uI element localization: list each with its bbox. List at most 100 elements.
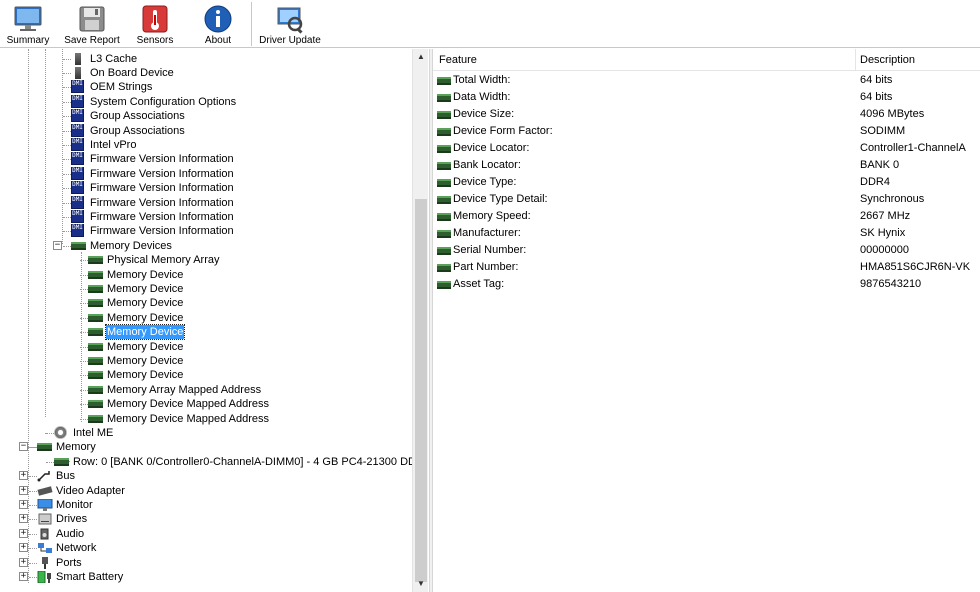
collapse-toggle[interactable]: − — [19, 442, 28, 451]
tree-item[interactable]: Memory Device — [0, 311, 412, 325]
expand-toggle[interactable]: + — [19, 529, 28, 538]
dmi-icon: DMI — [71, 210, 84, 223]
tree-item[interactable]: DMI Firmware Version Information — [0, 167, 412, 181]
tree-connector-line — [80, 361, 88, 362]
expand-toggle[interactable]: + — [19, 558, 28, 567]
scroll-up-arrow[interactable]: ▲ — [413, 49, 429, 65]
column-divider[interactable] — [855, 49, 856, 71]
expand-toggle[interactable]: + — [19, 543, 28, 552]
tree-item[interactable]: + Drives — [0, 512, 412, 526]
description-value: HMA851S6CJR6N-VK — [860, 261, 971, 273]
tree-item[interactable]: Memory Device — [0, 340, 412, 354]
detail-row[interactable]: Device Form Factor: SODIMM — [433, 123, 980, 140]
tree-item[interactable]: DMI OEM Strings — [0, 80, 412, 94]
tree-item[interactable]: DMI Firmware Version Information — [0, 210, 412, 224]
tree-item[interactable]: + Network — [0, 541, 412, 555]
tree-item[interactable]: Memory Device — [0, 296, 412, 310]
memory-module-icon — [71, 242, 86, 250]
detail-row[interactable]: Bank Locator: BANK 0 — [433, 157, 980, 174]
tree-item-label: Memory Array Mapped Address — [107, 384, 262, 396]
collapse-toggle[interactable]: − — [53, 241, 62, 250]
driver-update-button[interactable]: Driver Update — [258, 0, 322, 48]
detail-row[interactable]: Data Width: 64 bits — [433, 89, 980, 106]
expand-toggle[interactable]: + — [19, 572, 28, 581]
tree-item-label: OEM Strings — [90, 81, 153, 93]
tree-item[interactable]: − Memory Devices — [0, 239, 412, 253]
tree-item[interactable]: L3 Cache — [0, 52, 412, 66]
tree-item[interactable]: Memory Device — [0, 268, 412, 282]
scroll-thumb[interactable] — [415, 199, 427, 582]
expand-toggle[interactable]: + — [19, 500, 28, 509]
memory-module-icon — [88, 271, 103, 279]
tree-item[interactable]: Memory Device Mapped Address — [0, 397, 412, 411]
tree-item[interactable]: Memory Device — [0, 368, 412, 382]
tree-item[interactable]: DMI System Configuration Options — [0, 95, 412, 109]
summary-button[interactable]: Summary — [4, 0, 52, 48]
tree-connector-line — [29, 563, 37, 564]
scroll-down-arrow[interactable]: ▼ — [413, 576, 429, 592]
tree-item[interactable]: Memory Device — [0, 282, 412, 296]
detail-row[interactable]: Device Size: 4096 MBytes — [433, 106, 980, 123]
feature-label: Memory Speed: — [453, 210, 531, 222]
tree-item[interactable]: + Monitor — [0, 498, 412, 512]
tree-item[interactable]: + Ports — [0, 556, 412, 570]
tree-item[interactable]: DMI Firmware Version Information — [0, 181, 412, 195]
detail-row[interactable]: Device Locator: Controller1-ChannelA — [433, 140, 980, 157]
about-button[interactable]: About — [194, 0, 242, 48]
expand-toggle[interactable]: + — [19, 486, 28, 495]
tree-item[interactable]: DMI Firmware Version Information — [0, 152, 412, 166]
tree-connector-line — [63, 116, 71, 117]
tree-item[interactable]: Memory Device Mapped Address — [0, 412, 412, 426]
description-column-header[interactable]: Description — [860, 54, 915, 66]
detail-row[interactable]: Serial Number: 00000000 — [433, 242, 980, 259]
expand-toggle[interactable]: + — [19, 514, 28, 523]
detail-row[interactable]: Manufacturer: SK Hynix — [433, 225, 980, 242]
detail-row[interactable]: Total Width: 64 bits — [433, 72, 980, 89]
memory-module-icon — [437, 111, 451, 119]
detail-row[interactable]: Memory Speed: 2667 MHz — [433, 208, 980, 225]
tree-item[interactable]: DMI Group Associations — [0, 124, 412, 138]
feature-label: Part Number: — [453, 261, 519, 273]
tree-item[interactable]: + Bus — [0, 469, 412, 483]
save-report-button[interactable]: Save Report — [62, 0, 122, 48]
detail-row[interactable]: Device Type: DDR4 — [433, 174, 980, 191]
memory-module-icon — [437, 94, 451, 102]
tree-item[interactable]: DMI Firmware Version Information — [0, 196, 412, 210]
tree-item[interactable]: On Board Device — [0, 66, 412, 80]
memory-module-icon — [437, 145, 451, 153]
tree-item-label: Firmware Version Information — [90, 211, 234, 223]
tree-item[interactable]: − Memory — [0, 440, 412, 454]
feature-column-header[interactable]: Feature — [439, 54, 477, 66]
tree-item[interactable]: Row: 0 [BANK 0/Controller0-ChannelA-DIMM… — [0, 455, 412, 469]
tree-item[interactable]: Physical Memory Array — [0, 253, 412, 267]
memory-module-icon — [88, 371, 103, 379]
network-icon — [37, 542, 53, 554]
tree-scrollbar[interactable]: ▲ ▼ — [412, 49, 428, 592]
tree-item[interactable]: + Video Adapter — [0, 484, 412, 498]
device-tree[interactable]: L3 Cache On Board Device DMI OEM Strings DMI… — [0, 49, 412, 592]
feature-label: Total Width: — [453, 74, 511, 86]
tree-item-label: Memory Device Mapped Address — [107, 413, 270, 425]
detail-row[interactable]: Asset Tag: 9876543210 — [433, 276, 980, 293]
tree-item-label: Group Associations — [90, 125, 185, 137]
tree-item[interactable]: Memory Device — [0, 354, 412, 368]
detail-row[interactable]: Device Type Detail: Synchronous — [433, 191, 980, 208]
memory-module-icon — [88, 314, 103, 322]
tree-item[interactable]: Intel ME — [0, 426, 412, 440]
tree-item[interactable]: + Audio — [0, 527, 412, 541]
tree-connector-line — [63, 246, 71, 247]
tree-item[interactable]: DMI Intel vPro — [0, 138, 412, 152]
tree-item[interactable]: Memory Array Mapped Address — [0, 383, 412, 397]
tree-item[interactable]: + Smart Battery — [0, 570, 412, 584]
sensors-button[interactable]: Sensors — [131, 0, 179, 48]
tree-item[interactable]: Memory Device — [0, 324, 412, 340]
summary-label: Summary — [6, 35, 50, 46]
tree-connector-line — [63, 102, 71, 103]
tree-item[interactable]: DMI Firmware Version Information — [0, 224, 412, 238]
dmi-icon: DMI — [71, 109, 84, 122]
expand-toggle[interactable]: + — [19, 471, 28, 480]
tree-item[interactable]: DMI Group Associations — [0, 109, 412, 123]
detail-row[interactable]: Part Number: HMA851S6CJR6N-VK — [433, 259, 980, 276]
memory-module-icon — [437, 230, 451, 238]
memory-module-icon — [437, 247, 451, 255]
